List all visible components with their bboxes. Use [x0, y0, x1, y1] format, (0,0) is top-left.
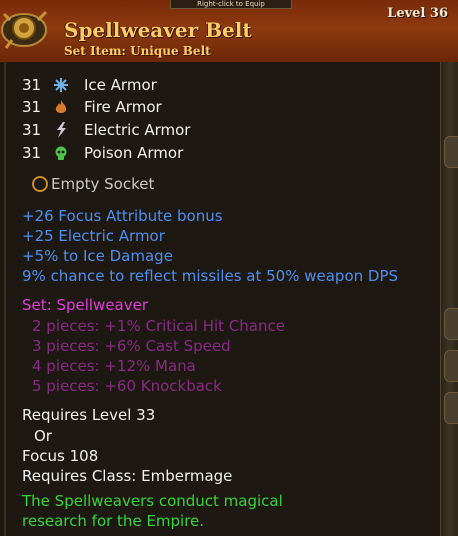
armor-row-poison: 31 Poison Armor — [22, 142, 183, 164]
bonus-line: +5% to Ice Damage — [22, 247, 173, 265]
bonus-line: +26 Focus Attribute bonus — [22, 207, 223, 225]
armor-row-ice: 31 Ice Armor — [22, 74, 157, 96]
requires-class: Requires Class: Embermage — [22, 467, 233, 485]
set-piece-bonus: 3 pieces: +6% Cast Speed — [32, 337, 231, 355]
belt-icon — [1, 10, 48, 49]
armor-label: Electric Armor — [84, 121, 191, 139]
socket-icon — [32, 176, 48, 192]
ice-icon — [52, 76, 70, 94]
armor-value: 31 — [22, 76, 42, 94]
frame-ornament — [444, 308, 458, 340]
frame-ornament — [444, 350, 458, 382]
item-level: Level 36 — [387, 6, 448, 21]
armor-row-electric: 31 Electric Armor — [22, 119, 190, 141]
item-subtitle: Set Item: Unique Belt — [64, 44, 211, 58]
frame-ornament — [444, 392, 458, 424]
empty-socket: Empty Socket — [32, 175, 154, 193]
requires-or: Or — [34, 427, 52, 445]
item-title: Spellweaver Belt — [64, 18, 252, 42]
set-title: Set: Spellweaver — [22, 296, 149, 314]
armor-value: 31 — [22, 121, 42, 139]
armor-label: Fire Armor — [84, 98, 162, 116]
frame-ornament — [444, 136, 458, 168]
equip-hint: Right-click to Equip — [170, 0, 292, 9]
lore-text: The Spellweavers conduct magical — [22, 492, 283, 510]
bonus-line: 9% chance to reflect missiles at 50% wea… — [22, 267, 399, 285]
electric-icon — [52, 121, 70, 139]
armor-value: 31 — [22, 98, 42, 116]
socket-label: Empty Socket — [51, 175, 155, 193]
requires-focus: Focus 108 — [22, 447, 99, 465]
armor-row-fire: 31 Fire Armor — [22, 96, 162, 118]
lore-text: research for the Empire. — [22, 512, 205, 530]
tooltip-header: Right-click to Equip Spellweaver Belt Se… — [0, 0, 458, 63]
tooltip-frame-right — [440, 62, 458, 536]
armor-value: 31 — [22, 144, 42, 162]
set-piece-bonus: 5 pieces: +60 Knockback — [32, 377, 222, 395]
armor-label: Ice Armor — [84, 76, 157, 94]
bonus-line: +25 Electric Armor — [22, 227, 165, 245]
fire-icon — [52, 98, 70, 116]
set-piece-bonus: 2 pieces: +1% Critical Hit Chance — [32, 317, 285, 335]
set-piece-bonus: 4 pieces: +12% Mana — [32, 357, 196, 375]
poison-icon — [52, 144, 70, 162]
requires-level: Requires Level 33 — [22, 406, 156, 424]
armor-label: Poison Armor — [84, 144, 184, 162]
